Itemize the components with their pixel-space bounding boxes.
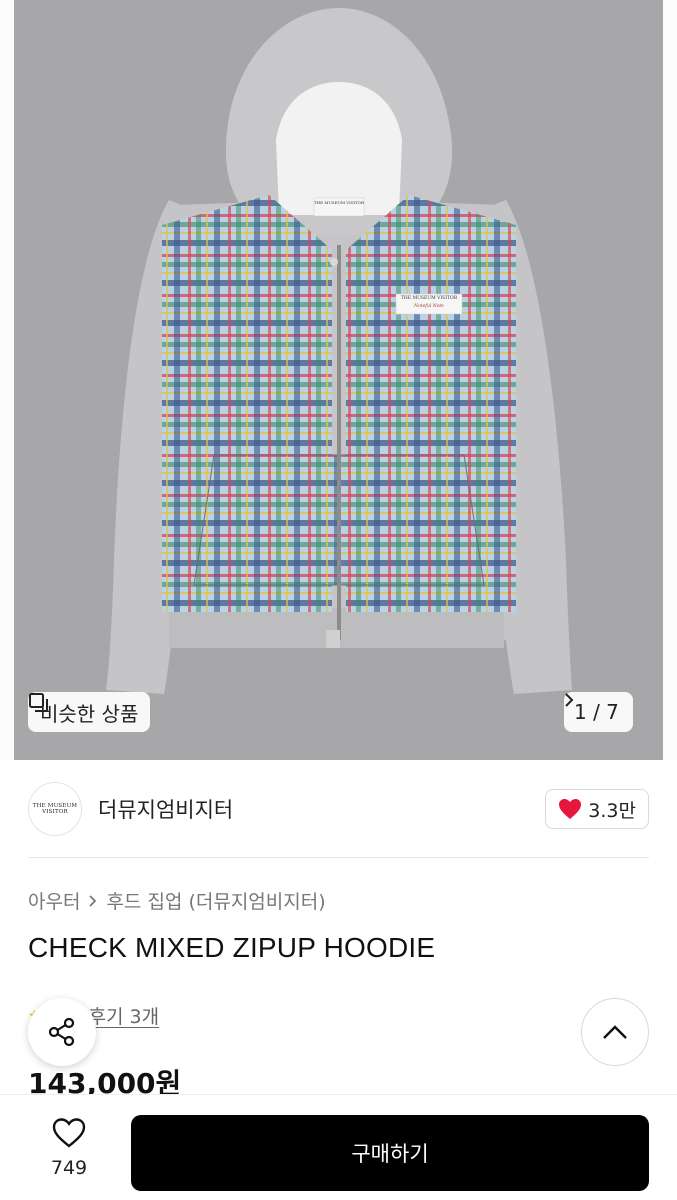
heart-outline-icon xyxy=(52,1118,86,1148)
heart-filled-icon xyxy=(559,799,582,819)
review-count-link[interactable]: 후기 3개 xyxy=(89,1002,160,1029)
shop-like-count: 3.3만 xyxy=(588,799,636,822)
product-photo[interactable]: THE MUSEUM VISITOR THE MUSEUM VISITOR No… xyxy=(14,0,663,760)
image-counter: 1 / 7 xyxy=(574,700,619,724)
shop-name[interactable]: 더뮤지엄비지터 xyxy=(98,794,233,824)
share-button[interactable] xyxy=(28,998,96,1066)
breadcrumb: 아우터 후드 집업 (더뮤지엄비지터) xyxy=(28,887,326,914)
share-icon xyxy=(48,1017,75,1047)
shop-logo[interactable]: THE MUSEUM VISITOR xyxy=(28,782,82,836)
buy-button[interactable]: 구매하기 xyxy=(131,1115,649,1191)
product-title: CHECK MIXED ZIPUP HOODIE xyxy=(28,932,436,963)
image-counter-button[interactable]: 1 / 7 xyxy=(564,692,633,732)
chevron-right-icon xyxy=(89,894,97,907)
similar-products-button[interactable]: 비슷한 상품 xyxy=(28,692,151,732)
product-image-gallery[interactable]: THE MUSEUM VISITOR THE MUSEUM VISITOR No… xyxy=(0,0,677,760)
wishlist-button[interactable]: 749 xyxy=(34,1117,104,1179)
section-divider xyxy=(28,857,649,858)
chest-label-script: Noteful Note xyxy=(414,304,444,309)
bottom-action-bar: 749 구매하기 xyxy=(0,1094,677,1200)
chevron-up-icon xyxy=(603,1025,627,1039)
shop-info-row[interactable]: THE MUSEUM VISITOR 더뮤지엄비지터 3.3만 xyxy=(28,782,649,836)
hoodie-illustration xyxy=(106,8,572,694)
hood-label-text: THE MUSEUM VISITOR xyxy=(314,200,364,205)
breadcrumb-subcategory[interactable]: 후드 집업 (더뮤지엄비지터) xyxy=(106,887,325,914)
similar-products-label: 비슷한 상품 xyxy=(40,701,139,726)
buy-button-label: 구매하기 xyxy=(351,1142,429,1166)
wishlist-count: 749 xyxy=(50,1157,88,1179)
scroll-to-top-button[interactable] xyxy=(581,998,649,1066)
similar-items-icon xyxy=(29,693,48,712)
chevron-right-icon xyxy=(565,693,574,707)
breadcrumb-category[interactable]: 아우터 xyxy=(28,887,80,914)
shop-like-button[interactable]: 3.3만 xyxy=(545,789,649,829)
shop-logo-text: THE MUSEUM VISITOR xyxy=(32,802,78,815)
chest-label-brand: THE MUSEUM VISITOR xyxy=(400,296,458,301)
